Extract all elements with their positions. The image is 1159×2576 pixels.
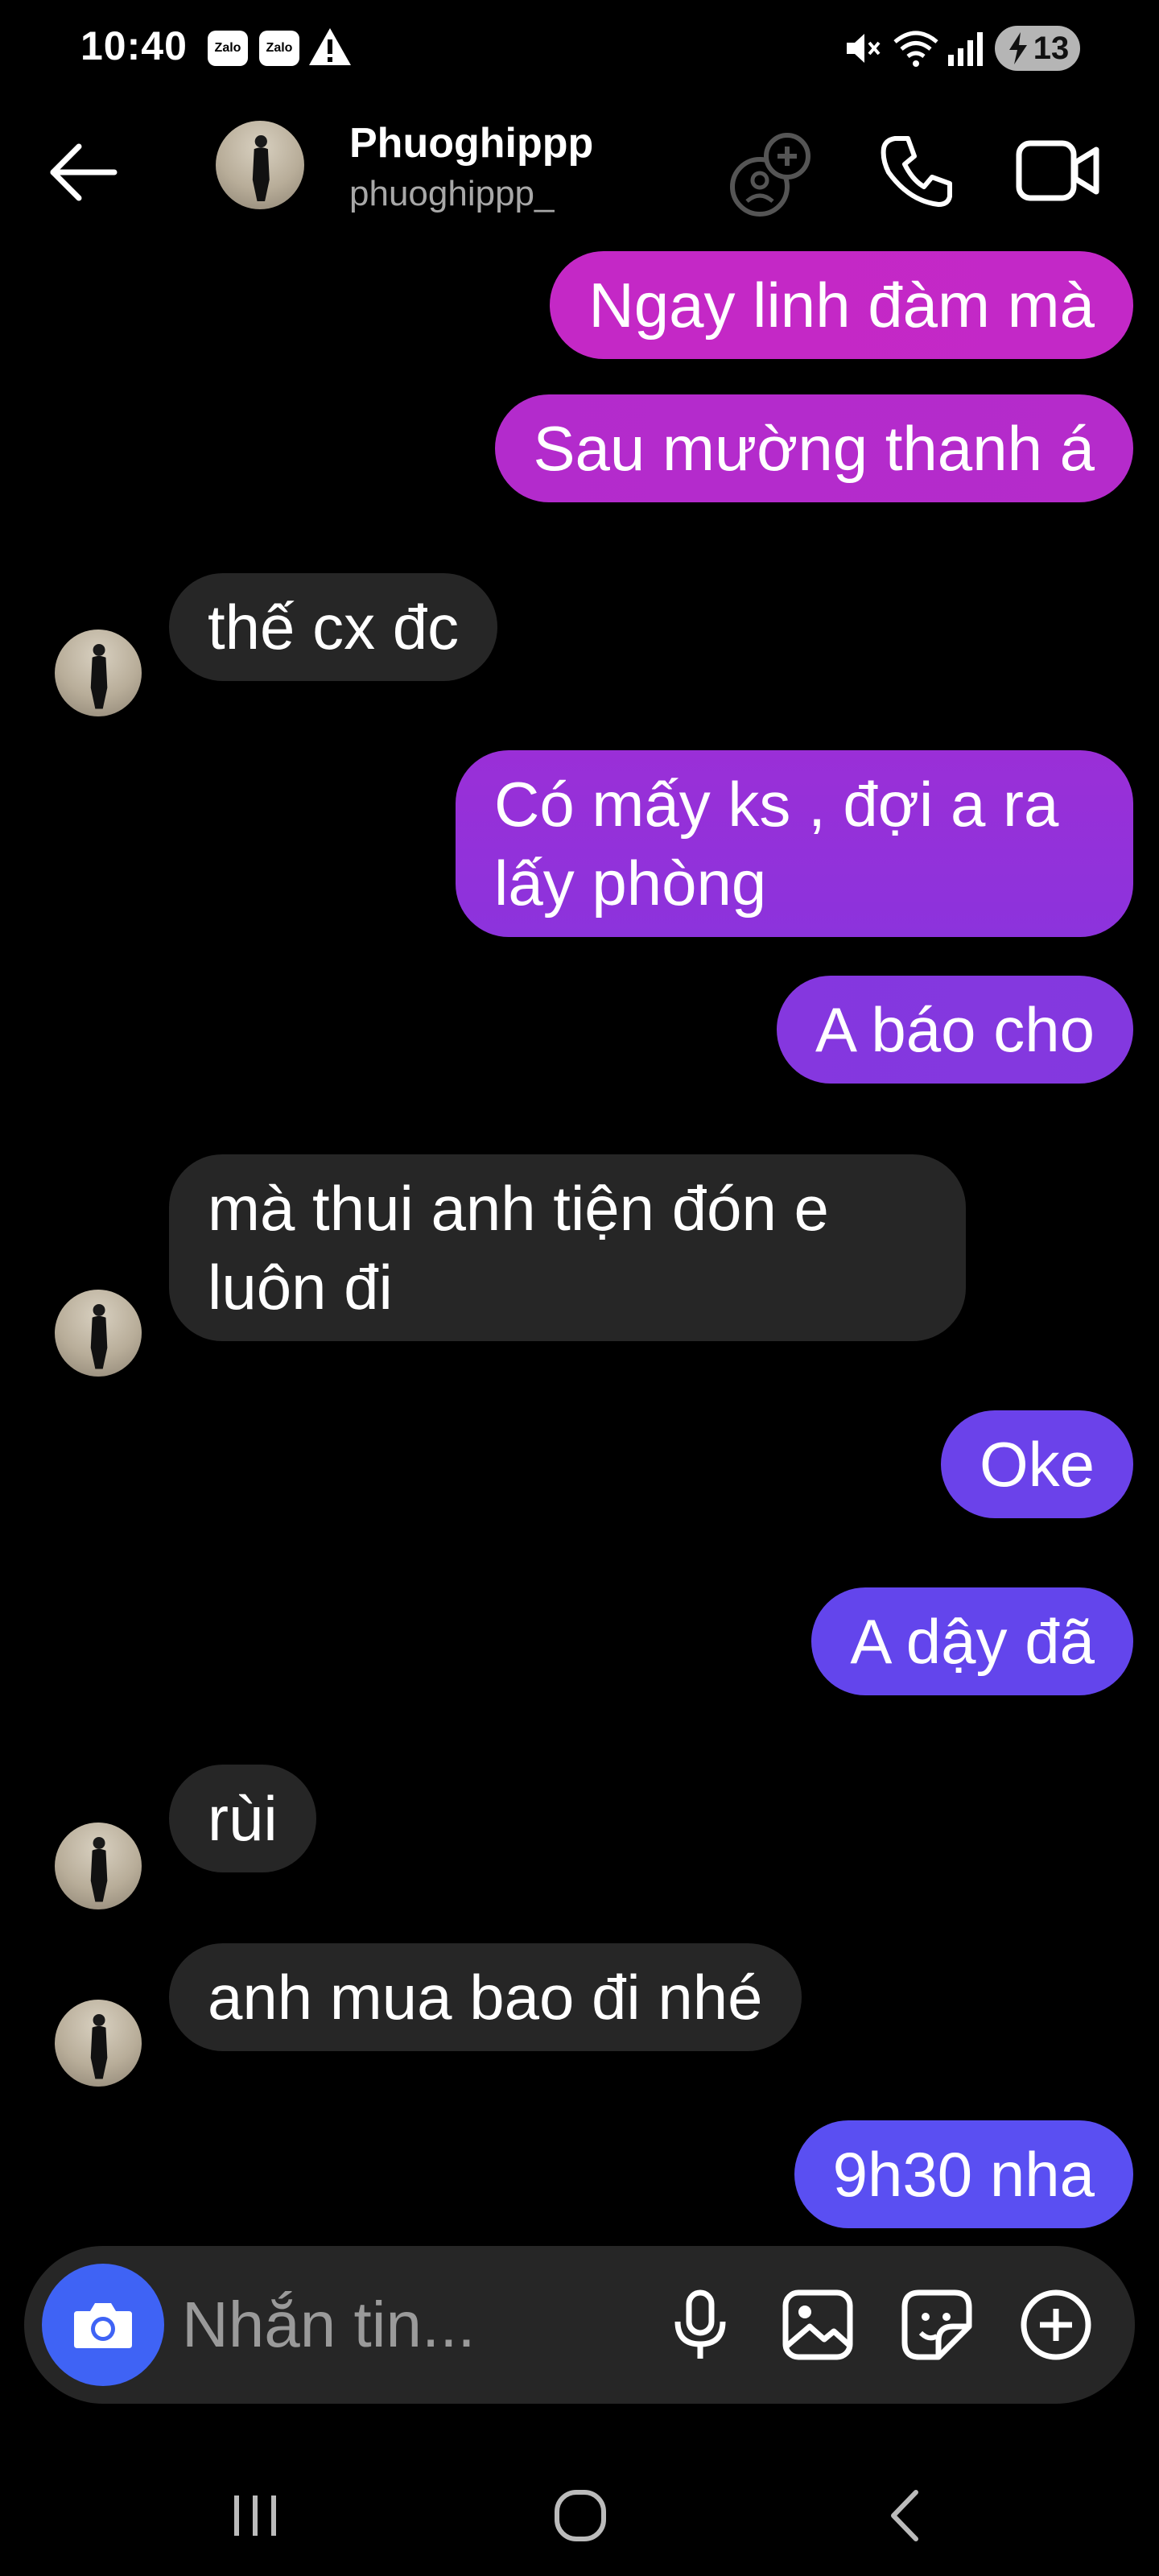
message-input[interactable] — [182, 2283, 633, 2367]
gallery-icon[interactable] — [777, 2285, 858, 2365]
plus-circle-icon[interactable] — [1016, 2285, 1096, 2365]
recents-icon[interactable] — [219, 2479, 291, 2552]
signal-icon — [948, 32, 983, 66]
avatar[interactable] — [55, 2000, 142, 2087]
status-bar: 10:40 Zalo Zalo 13 — [0, 0, 1159, 97]
avatar[interactable] — [55, 630, 142, 716]
back-icon[interactable] — [869, 2479, 942, 2552]
message-sent[interactable]: A báo cho — [777, 976, 1133, 1084]
message-received[interactable]: thế cx đc — [169, 573, 498, 681]
camera-button[interactable] — [42, 2264, 164, 2386]
message-sent[interactable]: 9h30 nha — [794, 2120, 1133, 2228]
battery-level: 13 — [1033, 30, 1070, 66]
avatar[interactable] — [55, 1823, 142, 1909]
message-received[interactable]: anh mua bao đi nhé — [169, 1943, 802, 2051]
message-received[interactable]: rùi — [169, 1765, 316, 1872]
message-composer — [24, 2246, 1135, 2404]
battery-indicator: 13 — [995, 26, 1080, 71]
status-time: 10:40 — [80, 23, 188, 68]
message-sent[interactable]: Oke — [940, 1410, 1133, 1518]
back-arrow-icon[interactable] — [45, 134, 122, 211]
avatar-figure — [90, 644, 108, 709]
warning-icon — [309, 28, 351, 65]
wifi-icon — [893, 31, 938, 67]
contact-handle[interactable]: phuoghippp_ — [349, 174, 554, 214]
sticker-icon[interactable] — [897, 2285, 977, 2365]
home-icon[interactable] — [544, 2479, 617, 2552]
contact-name[interactable]: Phuoghippp — [349, 119, 593, 167]
avatar-figure — [90, 1304, 108, 1369]
message-sent[interactable]: Sau mường thanh á — [494, 394, 1133, 502]
message-sent[interactable]: Ngay linh đàm mà — [550, 251, 1133, 359]
avatar-figure — [90, 1837, 108, 1902]
avatar-figure — [90, 2014, 108, 2079]
mute-icon — [847, 34, 881, 63]
chat-header: Phuoghippp phuoghippp_ — [0, 97, 1159, 242]
avatar[interactable] — [55, 1290, 142, 1377]
phone-icon[interactable] — [877, 130, 958, 211]
avatar-figure — [252, 135, 270, 202]
message-sent[interactable]: A dậy đã — [811, 1587, 1133, 1695]
zalo-notification-icon: Zalo — [208, 31, 248, 66]
microphone-icon[interactable] — [660, 2285, 740, 2365]
zalo-notification-icon: Zalo — [259, 31, 299, 66]
system-nav-bar — [0, 2447, 1159, 2576]
video-camera-icon[interactable] — [1014, 130, 1103, 211]
message-sent[interactable]: Có mấy ks , đợi a ra lấy phòng — [456, 750, 1133, 937]
message-received[interactable]: mà thui anh tiện đón e luôn đi — [169, 1154, 966, 1341]
charging-icon — [1008, 32, 1027, 64]
camera-icon — [74, 2303, 132, 2348]
add-people-icon[interactable] — [724, 127, 821, 224]
avatar[interactable] — [216, 121, 304, 209]
